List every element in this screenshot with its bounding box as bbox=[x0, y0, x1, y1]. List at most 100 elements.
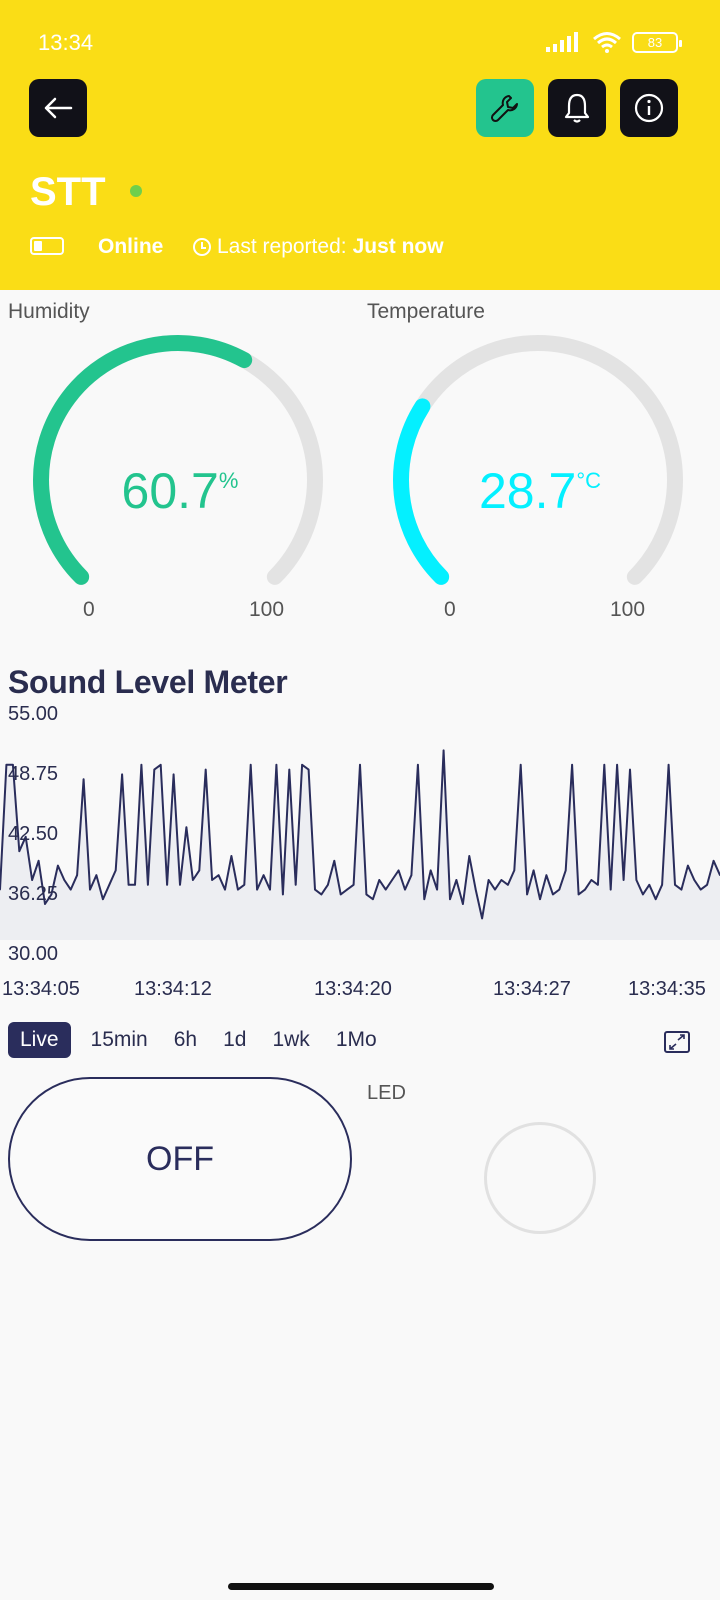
x-tick-label: 13:34:35 bbox=[628, 978, 706, 1000]
chart-title: Sound Level Meter bbox=[8, 664, 288, 700]
notifications-button[interactable] bbox=[548, 79, 606, 137]
chart-point bbox=[198, 869, 201, 872]
chart-point bbox=[159, 764, 162, 766]
settings-button[interactable] bbox=[476, 79, 534, 137]
x-tick-label: 13:34:27 bbox=[493, 978, 571, 1000]
chart-point bbox=[532, 869, 535, 872]
range-tab-1d[interactable]: 1d bbox=[223, 1022, 246, 1058]
signal-icon bbox=[546, 32, 578, 52]
chart-point bbox=[224, 888, 226, 891]
chart-point bbox=[603, 764, 606, 766]
chart-point bbox=[134, 884, 136, 886]
chart-point bbox=[680, 888, 683, 891]
chart-point bbox=[519, 764, 522, 766]
chart-point bbox=[706, 884, 708, 886]
chart-point bbox=[404, 888, 406, 891]
chart-point bbox=[558, 888, 561, 891]
chart-point bbox=[76, 874, 78, 876]
online-status: Online bbox=[98, 235, 164, 258]
chart-point bbox=[391, 879, 393, 881]
chart-point bbox=[372, 898, 374, 900]
chart-point bbox=[307, 768, 310, 771]
battery-level: 83 bbox=[632, 31, 682, 53]
chart-point bbox=[5, 764, 8, 766]
chart-point bbox=[667, 764, 670, 766]
chart-point bbox=[140, 764, 143, 766]
chart-point bbox=[31, 879, 33, 881]
chart-point bbox=[526, 893, 528, 896]
chart-point bbox=[204, 768, 207, 771]
chart-point bbox=[69, 888, 72, 891]
temperature-gauge-track bbox=[393, 335, 683, 585]
y-tick-label: 48.75 bbox=[8, 763, 59, 785]
chart-point bbox=[172, 773, 175, 776]
chart-point bbox=[648, 884, 651, 886]
chart-point bbox=[63, 879, 66, 881]
last-reported: Last reported: Just now bbox=[193, 235, 444, 259]
chart-point bbox=[539, 898, 541, 900]
range-tab-1mo[interactable]: 1Mo bbox=[336, 1022, 377, 1058]
bell-icon bbox=[564, 93, 590, 123]
expand-icon[interactable] bbox=[664, 1031, 690, 1053]
chart-point bbox=[564, 869, 567, 872]
chart-point bbox=[108, 884, 111, 886]
sound-level-chart[interactable] bbox=[0, 740, 720, 940]
chart-point bbox=[320, 893, 323, 896]
chart-point bbox=[699, 888, 702, 891]
chart-point bbox=[674, 884, 676, 886]
chart-point bbox=[622, 879, 625, 881]
chart-point bbox=[616, 764, 618, 766]
chart-point bbox=[282, 893, 284, 896]
chart-point bbox=[468, 855, 471, 857]
led-toggle-label: OFF bbox=[146, 1139, 214, 1178]
wrench-icon bbox=[490, 95, 518, 123]
temperature-unit: °C bbox=[576, 468, 601, 493]
chart-point bbox=[243, 884, 246, 886]
info-button[interactable] bbox=[620, 79, 678, 137]
chart-point bbox=[507, 884, 509, 886]
humidity-min: 0 bbox=[83, 598, 95, 621]
chart-point bbox=[436, 888, 438, 891]
y-tick-label: 55.00 bbox=[8, 703, 59, 725]
chart-point bbox=[378, 879, 381, 881]
chart-point bbox=[635, 879, 638, 881]
y-tick-label: 30.00 bbox=[8, 943, 59, 965]
chart-point bbox=[577, 893, 580, 896]
chart-point bbox=[18, 850, 21, 852]
chart-point bbox=[359, 764, 361, 766]
chart-point bbox=[429, 869, 432, 872]
chart-point bbox=[192, 879, 194, 881]
range-tab-6h[interactable]: 6h bbox=[174, 1022, 197, 1058]
online-indicator bbox=[130, 185, 142, 197]
chart-point bbox=[127, 884, 130, 886]
chart-point bbox=[121, 773, 123, 776]
device-header: 13:34 83 STT Online Last reported: Just … bbox=[0, 0, 720, 290]
home-indicator[interactable] bbox=[228, 1583, 494, 1590]
range-tab-live[interactable]: Live bbox=[8, 1022, 71, 1058]
led-toggle-button[interactable]: OFF bbox=[8, 1077, 352, 1241]
device-name: STT bbox=[30, 170, 106, 214]
chart-point bbox=[179, 884, 181, 886]
status-time: 13:34 bbox=[38, 30, 94, 55]
chart-point bbox=[384, 888, 387, 891]
y-tick-label: 42.50 bbox=[8, 823, 59, 845]
humidity-unit: % bbox=[218, 468, 239, 493]
chart-point bbox=[571, 764, 573, 766]
chart-point bbox=[584, 888, 586, 891]
chart-point bbox=[417, 764, 419, 766]
chart-point bbox=[294, 884, 297, 886]
chart-point bbox=[102, 898, 104, 900]
humidity-number: 60.7 bbox=[121, 463, 219, 519]
chart-point bbox=[513, 869, 516, 872]
chart-point bbox=[327, 884, 329, 886]
temperature-value: 28.7°C bbox=[410, 462, 670, 520]
range-tab-1wk[interactable]: 1wk bbox=[272, 1022, 309, 1058]
chart-point bbox=[288, 768, 291, 771]
last-reported-value: Just now bbox=[352, 235, 444, 258]
back-button[interactable] bbox=[29, 79, 87, 137]
temperature-number: 28.7 bbox=[478, 463, 577, 519]
chart-point bbox=[642, 893, 644, 896]
chart-point bbox=[693, 879, 696, 881]
range-tab-15min[interactable]: 15min bbox=[91, 1022, 148, 1058]
chart-point bbox=[481, 917, 483, 920]
